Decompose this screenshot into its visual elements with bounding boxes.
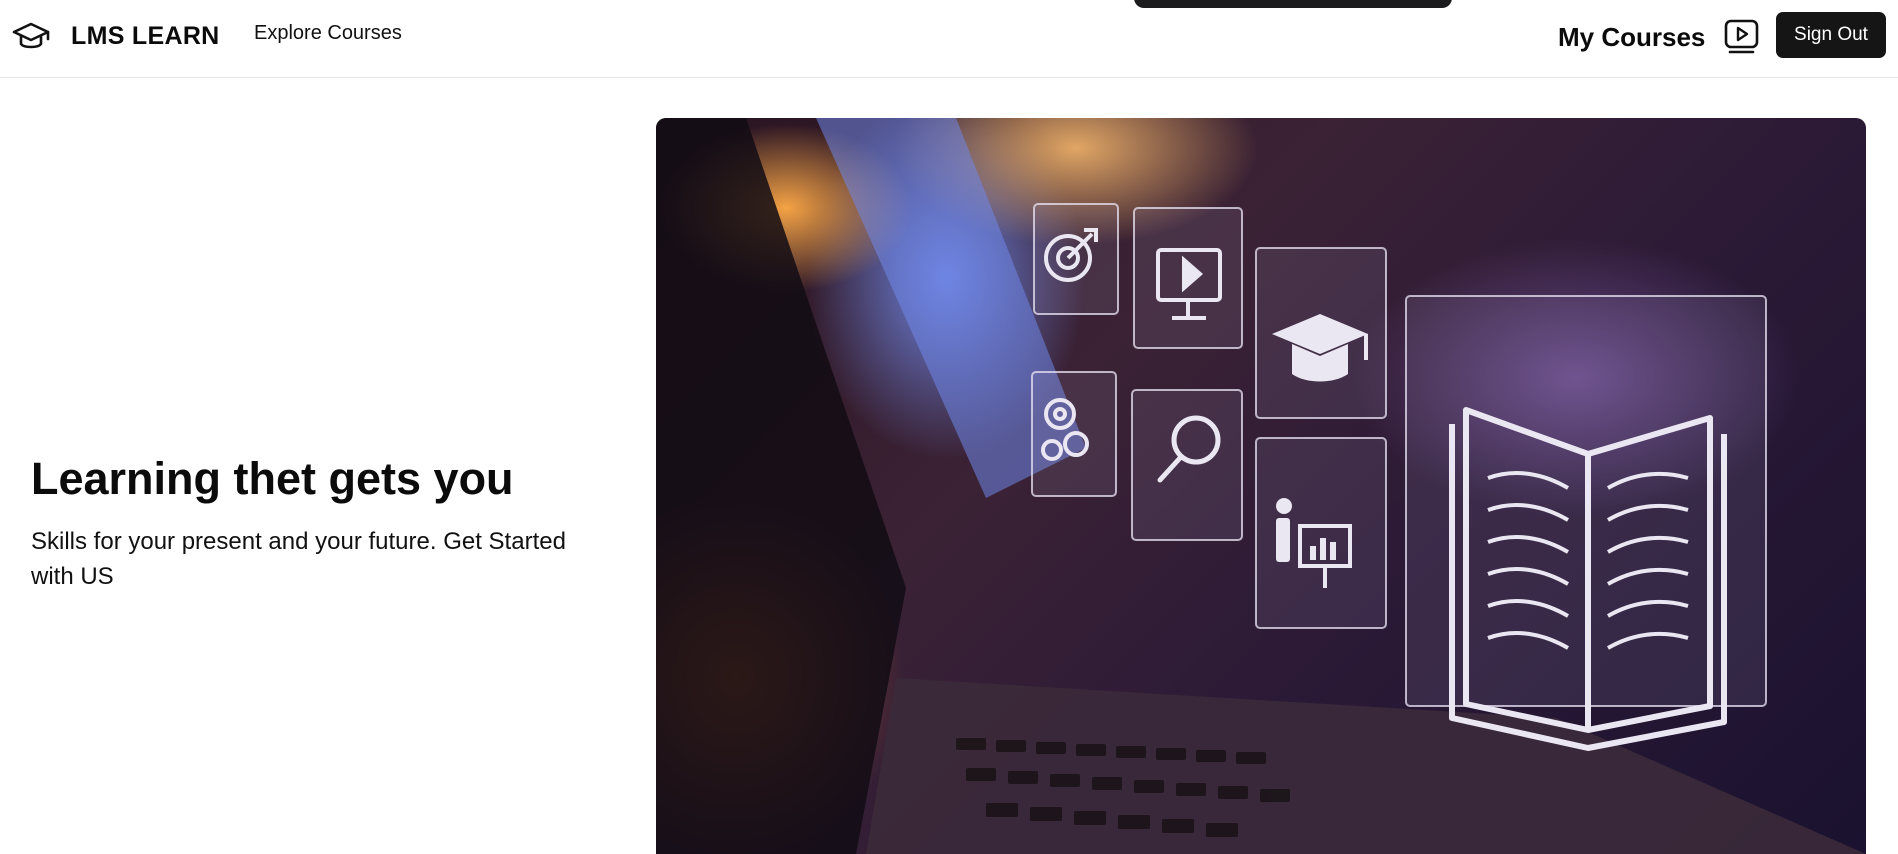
play-video-icon [1721, 18, 1761, 56]
hero-image [656, 118, 1866, 854]
floating-overlay-bar [1134, 0, 1452, 8]
hero-illustration [656, 118, 1866, 854]
brand-link[interactable]: LMS LEARN [12, 18, 220, 54]
my-courses-link[interactable]: My Courses [1558, 18, 1761, 56]
graduation-cap-icon [12, 20, 50, 52]
top-navbar: LMS LEARN Explore Courses My Courses Sig… [0, 0, 1898, 78]
brand-name: LMS LEARN [71, 21, 220, 50]
explore-courses-link[interactable]: Explore Courses [254, 22, 402, 45]
hero-text-block: Learning thet gets you Skills for your p… [31, 452, 611, 594]
hero-title: Learning thet gets you [31, 453, 514, 504]
hero-subtitle: Skills for your present and your future.… [31, 528, 566, 590]
sign-out-button[interactable]: Sign Out [1776, 12, 1886, 58]
my-courses-label: My Courses [1558, 21, 1706, 52]
